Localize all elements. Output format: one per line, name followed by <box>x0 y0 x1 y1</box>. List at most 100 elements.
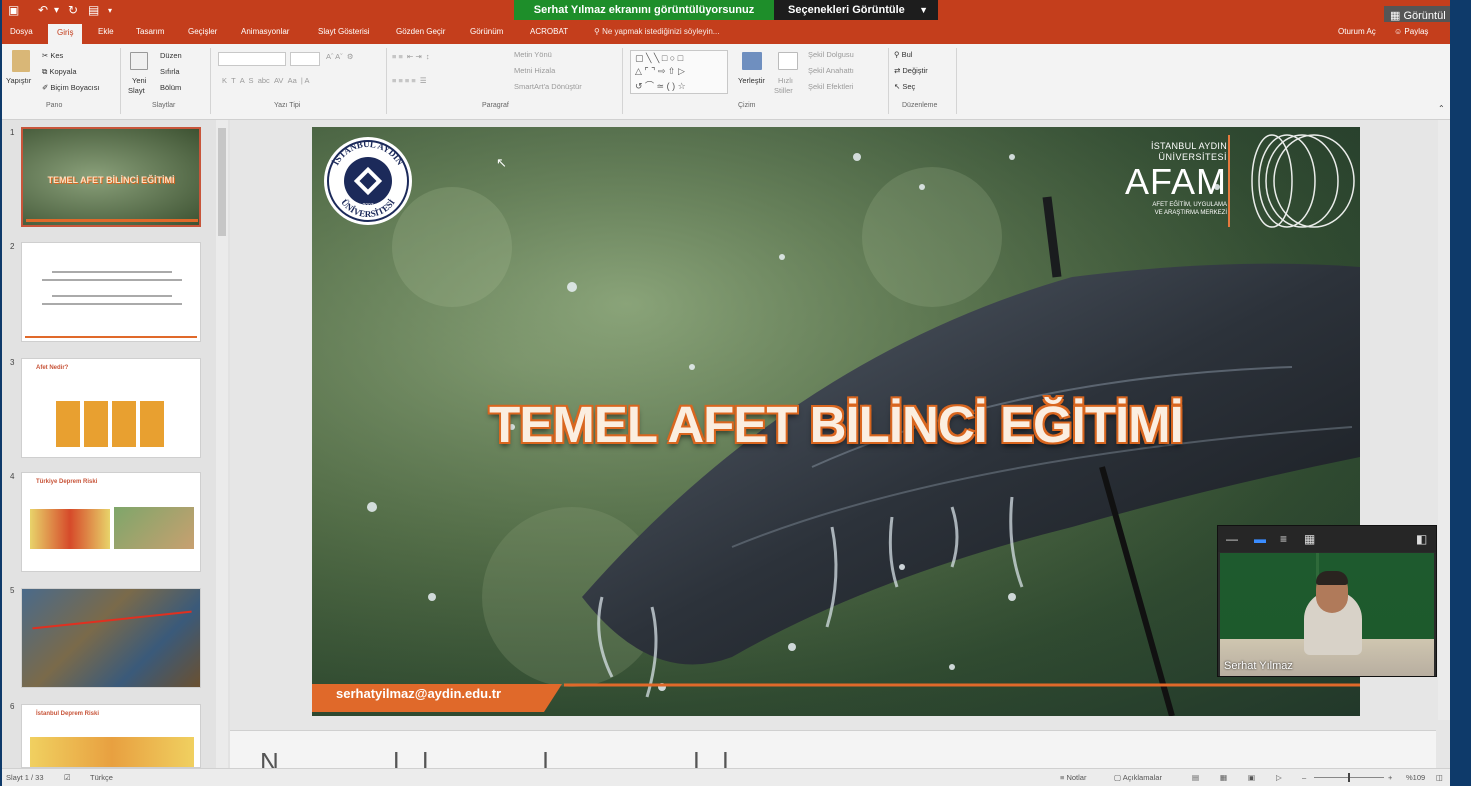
quick-styles-label-2[interactable]: Stiller <box>774 86 793 95</box>
thumbnail-bar <box>26 219 198 222</box>
zoom-slider[interactable] <box>1314 773 1384 782</box>
shape-outline-button[interactable]: Şekil Anahattı <box>808 66 854 75</box>
tab-slide-show[interactable]: Slayt Gösterisi <box>318 27 370 36</box>
find-button[interactable]: ⚲ Bul <box>894 50 912 59</box>
speaker-view-icon[interactable]: ▬ <box>1254 532 1266 546</box>
tab-acrobat[interactable]: ACROBAT <box>530 27 568 36</box>
section-button[interactable]: Bölüm <box>160 83 181 92</box>
normal-view-icon[interactable]: ▤ <box>1192 773 1199 782</box>
zoom-out-icon[interactable]: – <box>1302 773 1306 782</box>
group-separator <box>210 48 211 114</box>
video-camera-overlay[interactable]: — ▬ ≡ ▦ ◧ Serhat Yılmaz <box>1217 525 1437 677</box>
comments-button[interactable]: ▢ Açıklamalar <box>1114 773 1162 782</box>
view-button-label: Görüntül <box>1403 10 1446 22</box>
slide-thumbnail-4[interactable]: Türkiye Deprem Riski <box>21 472 201 572</box>
zoom-slider-thumb[interactable] <box>1348 773 1350 782</box>
view-options-button[interactable]: Seçenekleri Görüntüle ▼ <box>774 0 938 20</box>
editing-scrollbar[interactable] <box>1438 120 1450 720</box>
quick-styles-icon[interactable] <box>778 52 798 70</box>
thumbnail-title: Afet Nedir? <box>36 365 69 371</box>
font-name-dropdown[interactable] <box>218 52 286 66</box>
paste-icon[interactable] <box>12 50 30 72</box>
tab-insert[interactable]: Ekle <box>98 27 114 36</box>
copy-button[interactable]: ⧉ Kopyala <box>42 67 77 77</box>
convert-smartart-button[interactable]: SmartArt'a Dönüştür <box>514 82 582 91</box>
new-slide-label-1[interactable]: Yeni <box>132 76 146 85</box>
slide-thumbnail-3[interactable]: Afet Nedir? <box>21 358 201 458</box>
cut-button[interactable]: ✂ Kes <box>42 51 63 60</box>
slide-title[interactable]: TEMEL AFET BİLİNCİ EĞİTİMİ <box>312 395 1360 454</box>
tab-file[interactable]: Dosya <box>10 27 33 36</box>
format-painter-button[interactable]: ✐ Biçim Boyacısı <box>42 83 100 92</box>
list-buttons[interactable]: ≡ ≡ ⇤ ⇥ ↕ <box>392 52 430 61</box>
afam-name: AFAM <box>1124 161 1227 202</box>
text-direction-button[interactable]: Metin Yönü <box>514 50 552 59</box>
customize-quick-access-icon[interactable]: ▾ <box>108 6 112 15</box>
shape-fill-button[interactable]: Şekil Dolgusu <box>808 50 854 59</box>
redo-icon[interactable]: ↻ <box>68 3 78 17</box>
shapes-gallery[interactable]: ▢ ╲ ╲ □ ○ □ △ ⌜ ⌝ ⇨ ⇧ ▷ ↺ ⌒ ≃ ( ) ☆ <box>630 50 728 94</box>
reading-view-icon[interactable]: ▣ <box>1248 773 1255 782</box>
tab-review[interactable]: Gözden Geçir <box>396 27 445 36</box>
slide-thumbnail-6[interactable]: İstanbul Deprem Riski <box>21 704 201 768</box>
strip-view-icon[interactable]: ≡ <box>1280 532 1287 546</box>
slide-thumbnail-5[interactable] <box>21 588 201 688</box>
tell-me-search[interactable]: ⚲ Ne yapmak istediğinizi söyleyin... <box>594 27 719 36</box>
language-indicator[interactable]: Türkçe <box>90 773 113 782</box>
new-slide-label-2[interactable]: Slayt <box>128 86 145 95</box>
notes-pane[interactable]: N . . . l l . . . l . . . . l l . . <box>230 730 1436 777</box>
presenter-hair <box>1316 571 1348 585</box>
zoom-level[interactable]: %109 <box>1406 773 1425 782</box>
scroll-thumb[interactable] <box>218 128 226 236</box>
presenter-email[interactable]: serhatyilmaz@aydin.edu.tr <box>336 686 501 701</box>
shape-effects-button[interactable]: Şekil Efektleri <box>808 82 853 91</box>
slide-canvas[interactable]: İSTANBUL AYDIN ÜNİVERSİTESİ 2007 İSTANBU… <box>312 127 1360 716</box>
thumbnail-scrollbar[interactable] <box>216 120 228 768</box>
slide-sorter-icon[interactable]: ▦ <box>1220 773 1227 782</box>
layout-button[interactable]: Düzen <box>160 51 182 60</box>
minimize-icon[interactable]: — <box>1226 532 1238 546</box>
slideshow-icon[interactable]: ▷ <box>1276 773 1282 782</box>
fit-to-window-icon[interactable]: ◫ <box>1436 773 1443 782</box>
paste-button[interactable]: Yapıştır <box>6 76 31 85</box>
paragraph-group-label: Paragraf <box>482 102 509 109</box>
save-icon[interactable]: ▣ <box>8 3 19 17</box>
undo-dropdown-icon[interactable]: ▾ <box>54 5 59 16</box>
arrange-button[interactable]: Yerleştir <box>738 76 765 85</box>
reset-button[interactable]: Sıfırla <box>160 67 180 76</box>
new-slide-icon[interactable] <box>130 52 148 70</box>
notes-button[interactable]: ≡ Notlar <box>1060 773 1086 782</box>
tab-transitions[interactable]: Geçişler <box>188 27 217 36</box>
slide-thumbnail-2[interactable] <box>21 242 201 342</box>
editing-group-label: Düzenleme <box>902 102 938 109</box>
thumbnail-number: 6 <box>10 702 15 711</box>
tab-design[interactable]: Tasarım <box>136 27 164 36</box>
slide-thumbnail-1[interactable]: TEMEL AFET BİLİNCİ EĞİTİMİ <box>21 127 201 227</box>
powerpoint-window: ▣ ↶ ▾ ↻ ▤ ▾ Serhat Yılmaz ekranını görün… <box>2 0 1450 786</box>
collapse-ribbon-icon[interactable]: ⌃ <box>1438 104 1445 113</box>
font-grow-shrink-icons[interactable]: Aˆ Aˇ ⚙ <box>326 52 354 61</box>
align-buttons[interactable]: ≡ ≡ ≡ ≡ ☰ <box>392 76 427 85</box>
quick-styles-label-1[interactable]: Hızlı <box>778 76 793 85</box>
font-size-dropdown[interactable] <box>290 52 320 66</box>
font-style-buttons[interactable]: K T A S abc AV Aa | A <box>222 76 310 85</box>
exit-fullscreen-icon[interactable]: ◧ <box>1416 532 1427 546</box>
tab-view[interactable]: Görünüm <box>470 27 503 36</box>
replace-button[interactable]: ⇄ Değiştir <box>894 66 928 75</box>
tab-home[interactable]: Giriş <box>48 24 83 44</box>
select-button[interactable]: ↖ Seç <box>894 82 915 91</box>
tab-animations[interactable]: Animasyonlar <box>241 27 289 36</box>
spellcheck-icon[interactable]: ☑ <box>64 773 71 782</box>
present-icon[interactable]: ▤ <box>88 3 99 17</box>
undo-icon[interactable]: ↶ <box>38 3 48 17</box>
thumbnail-text-line <box>52 271 172 273</box>
align-text-button[interactable]: Metni Hizala <box>514 66 555 75</box>
zoom-in-icon[interactable]: + <box>1388 773 1392 782</box>
share-button[interactable]: ☺ Paylaş <box>1394 27 1428 36</box>
sign-in-link[interactable]: Oturum Aç <box>1338 27 1376 36</box>
arrange-icon[interactable] <box>742 52 762 70</box>
group-separator <box>956 48 957 114</box>
gallery-view-icon[interactable]: ▦ <box>1304 532 1315 546</box>
chevron-down-icon: ▼ <box>919 5 928 15</box>
shapes-row-2: △ ⌜ ⌝ ⇨ ⇧ ▷ <box>635 66 685 76</box>
